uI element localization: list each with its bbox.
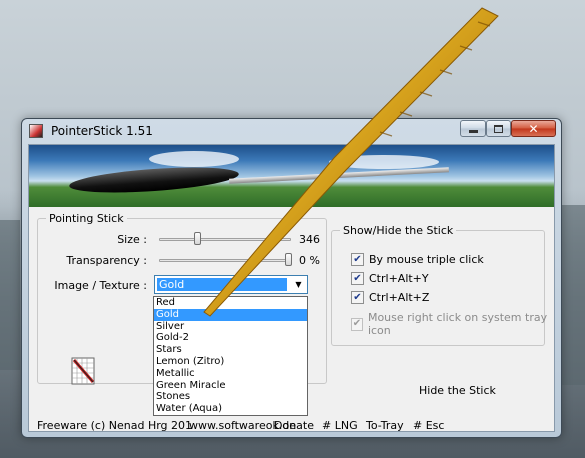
triple-click-option[interactable]: ✔ By mouse triple click <box>351 253 484 266</box>
to-tray-link[interactable]: To-Tray <box>366 419 404 432</box>
cloud <box>149 151 239 167</box>
show-hide-legend: Show/Hide the Stick <box>340 224 457 237</box>
dropdown-option[interactable]: Green Miracle <box>154 380 307 392</box>
close-icon: ✕ <box>528 121 539 136</box>
dropdown-option[interactable]: Gold <box>154 308 307 321</box>
texture-grid-icon[interactable] <box>71 357 97 387</box>
building <box>560 205 585 385</box>
tray-click-option: ✔ Mouse right click on system tray icon <box>351 311 554 337</box>
dropdown-option[interactable]: Silver <box>154 321 307 333</box>
footer-bar: Freeware (c) Nenad Hrg 201 www.softwareo… <box>29 419 554 433</box>
close-button[interactable]: ✕ <box>511 120 556 137</box>
dropdown-option[interactable]: Red <box>154 297 307 309</box>
triple-click-checkbox[interactable]: ✔ <box>351 253 364 266</box>
dropdown-option[interactable]: Water (Aqua) <box>154 403 307 415</box>
transparency-value: 0 % <box>299 254 320 267</box>
ctrl-alt-z-label: Ctrl+Alt+Z <box>369 291 430 304</box>
ctrl-alt-z-checkbox[interactable]: ✔ <box>351 291 364 304</box>
texture-combobox[interactable]: Gold ▼ <box>154 275 308 294</box>
chevron-down-icon[interactable]: ▼ <box>290 276 307 293</box>
language-link[interactable]: # LNG <box>322 419 358 432</box>
hide-stick-button[interactable]: Hide the Stick <box>419 384 496 397</box>
donate-link[interactable]: Donate <box>274 419 314 432</box>
minimize-button[interactable] <box>460 120 486 137</box>
dropdown-option[interactable]: Stars <box>154 344 307 356</box>
transparency-slider-thumb[interactable] <box>285 253 293 266</box>
ctrl-alt-y-option[interactable]: ✔ Ctrl+Alt+Y <box>351 272 429 285</box>
size-slider-thumb[interactable] <box>194 232 202 245</box>
tray-click-label: Mouse right click on system tray icon <box>367 311 548 337</box>
triple-click-label: By mouse triple click <box>369 253 484 266</box>
pointing-stick-legend: Pointing Stick <box>46 212 127 225</box>
esc-link[interactable]: # Esc <box>413 419 444 432</box>
banner-image <box>29 145 554 207</box>
transparency-slider-track[interactable] <box>159 259 291 262</box>
ctrl-alt-y-label: Ctrl+Alt+Y <box>369 272 429 285</box>
transparency-label: Transparency : <box>66 254 147 267</box>
texture-label: Image / Texture : <box>54 279 147 292</box>
dropdown-option[interactable]: Gold-2 <box>154 332 307 344</box>
dropdown-option[interactable]: Metallic <box>154 368 307 380</box>
maximize-button[interactable] <box>486 120 511 137</box>
maximize-icon <box>494 124 503 133</box>
pointerstick-icon[interactable] <box>29 124 43 138</box>
size-value: 346 <box>299 233 320 246</box>
building <box>0 220 20 370</box>
title-bar[interactable]: PointerStick 1.51 ✕ <box>22 119 561 143</box>
copyright-text: Freeware (c) Nenad Hrg 201 <box>37 419 193 432</box>
ctrl-alt-z-option[interactable]: ✔ Ctrl+Alt+Z <box>351 291 429 304</box>
texture-dropdown-list[interactable]: Red Gold Silver Gold-2 Stars Lemon (Zitro) Met… <box>153 296 308 416</box>
dropdown-option[interactable]: Stones <box>154 391 307 403</box>
dropdown-option[interactable]: Lemon (Zitro) <box>154 356 307 368</box>
window-title: PointerStick 1.51 <box>51 124 153 138</box>
texture-selected-value: Gold <box>157 278 287 291</box>
stick-shaft-graphic <box>229 167 449 184</box>
size-slider-track[interactable] <box>159 238 291 241</box>
cloud <box>329 155 439 169</box>
stick-handle-graphic <box>68 163 240 197</box>
ctrl-alt-y-checkbox[interactable]: ✔ <box>351 272 364 285</box>
size-label: Size : <box>117 233 147 246</box>
minimize-icon <box>468 130 478 133</box>
tray-click-checkbox: ✔ <box>351 317 363 331</box>
